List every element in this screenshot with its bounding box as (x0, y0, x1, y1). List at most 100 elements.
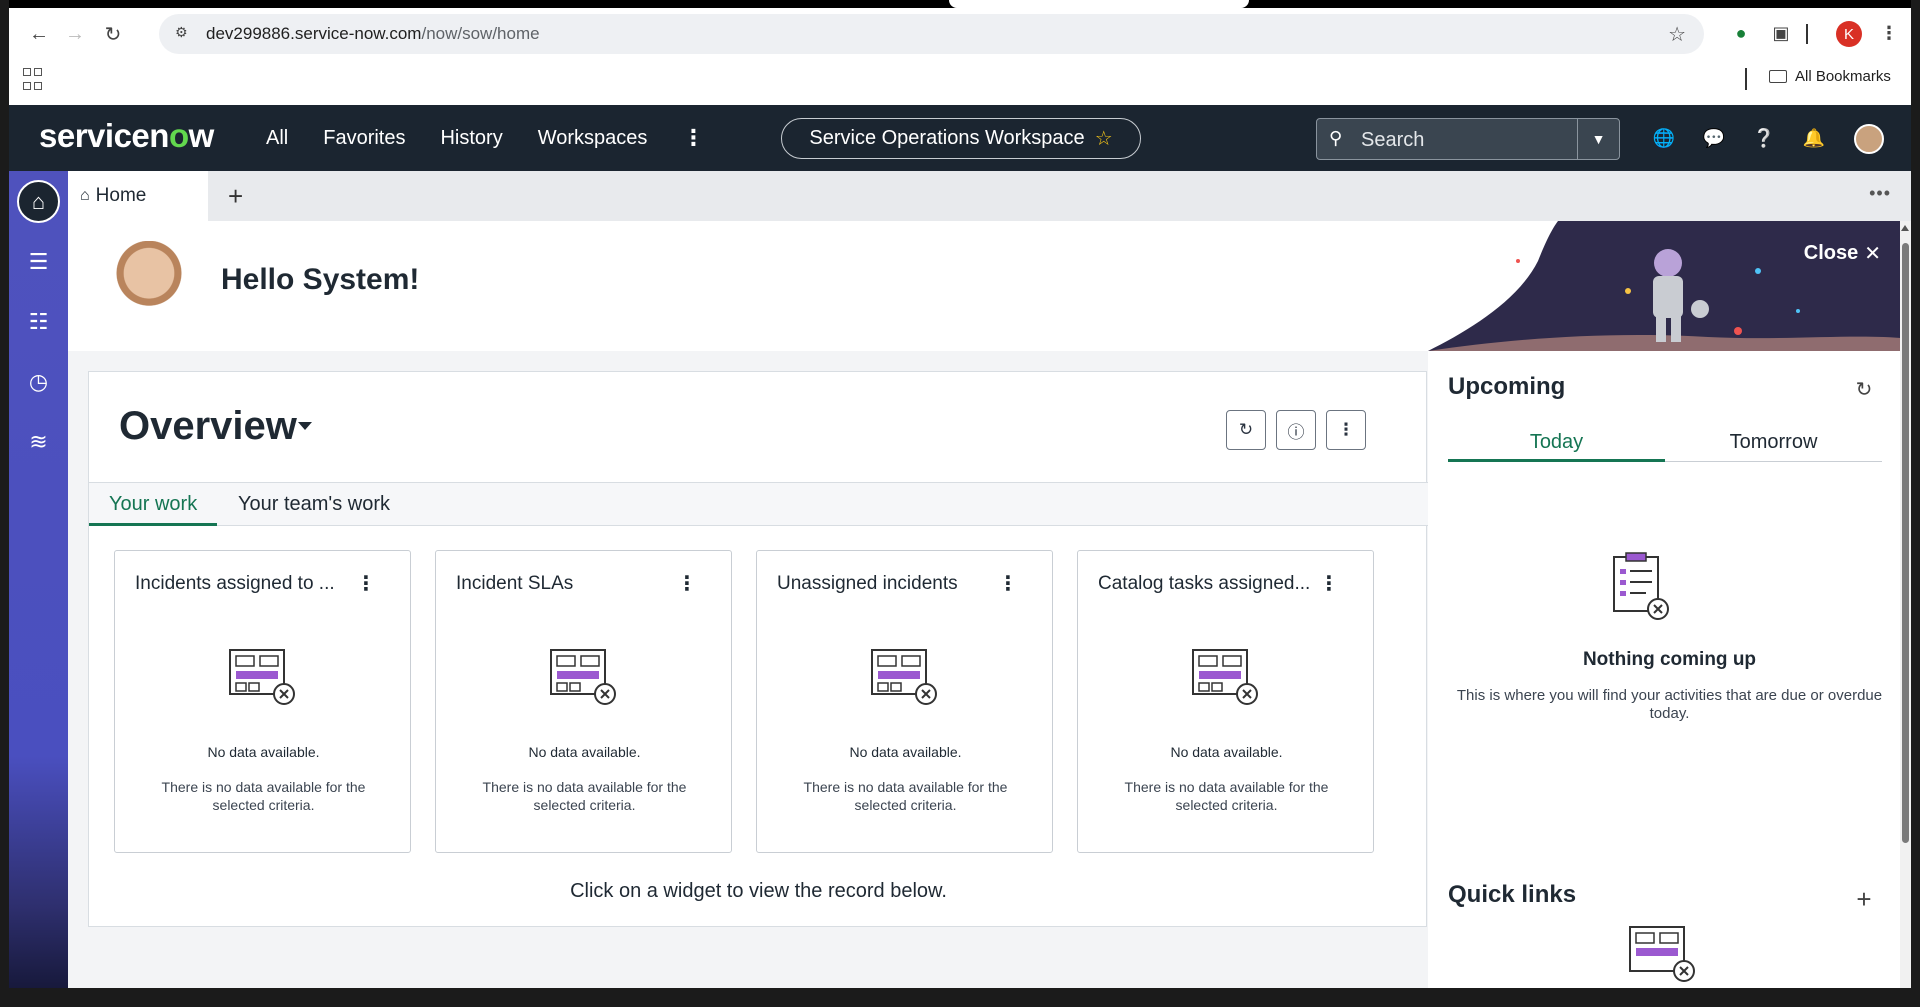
browser-chrome: ← → ↻ ⚙ dev299886.service-now.com/now/so… (9, 0, 1911, 105)
globe-icon[interactable]: 🌐 (1652, 126, 1676, 150)
os-taskbar (0, 988, 1920, 1007)
greeting-section: Hello System! (68, 221, 1428, 351)
extensions-puzzle-icon[interactable]: ▣ (1766, 18, 1796, 48)
toolbar-divider (1806, 24, 1808, 44)
widget-more-icon[interactable]: ⋮ (356, 571, 376, 596)
nav-all[interactable]: All (266, 127, 288, 150)
no-data-icon (550, 649, 616, 705)
widget-unassigned-incidents[interactable]: Unassigned incidents ⋮ No data available… (756, 550, 1053, 853)
clipboard-icon (1613, 552, 1669, 620)
widget-incident-slas[interactable]: Incident SLAs ⋮ No data available. There… (435, 550, 732, 853)
add-quick-link-icon[interactable]: + (1852, 884, 1876, 914)
notifications-bell-icon[interactable]: 🔔 (1802, 126, 1826, 150)
servicenow-logo[interactable]: servicenow (39, 117, 214, 155)
favorite-star-icon[interactable]: ☆ (1095, 126, 1113, 151)
nav-history[interactable]: History (440, 127, 502, 150)
apps-grid-icon[interactable] (23, 68, 47, 92)
refresh-button[interactable]: ↻ (1226, 410, 1266, 450)
search-scope-dropdown[interactable]: ▼ (1577, 119, 1619, 159)
chat-icon[interactable]: 💬 (1702, 126, 1726, 150)
widget-incidents-assigned[interactable]: Incidents assigned to ... ⋮ No data avai… (114, 550, 411, 853)
greeting-text: Hello System! (221, 263, 420, 296)
upcoming-empty-title: Nothing coming up (1582, 649, 1757, 670)
reload-icon[interactable]: ↻ (97, 18, 129, 50)
nav-more-icon[interactable]: ⋮ (682, 125, 704, 151)
overview-tabs: Your work Your team's work (89, 482, 1428, 526)
scrollbar-thumb[interactable] (1902, 243, 1909, 843)
user-photo (110, 241, 188, 333)
workspace-title: Service Operations Workspace (809, 127, 1085, 149)
scroll-up-icon[interactable] (1901, 225, 1909, 231)
url-text[interactable]: dev299886.service-now.com/now/sow/home (206, 24, 540, 44)
info-button[interactable]: ⓘ (1276, 410, 1316, 450)
help-icon[interactable]: ❔ (1752, 126, 1776, 150)
tab-your-teams-work[interactable]: Your team's work (218, 483, 410, 526)
widget-more-icon[interactable]: ⋮ (998, 571, 1018, 596)
tab-more-icon[interactable]: ••• (1869, 183, 1891, 204)
upcoming-refresh-icon[interactable]: ↻ (1852, 377, 1876, 401)
servicenow-header: servicenow All Favorites History Workspa… (9, 105, 1911, 171)
tab-your-work[interactable]: Your work (89, 483, 218, 526)
forward-icon[interactable]: → (59, 18, 91, 50)
widget-no-data: No data available. (849, 744, 962, 760)
calendar-nav-icon[interactable]: ◷ (17, 360, 60, 403)
widget-title: Incident SLAs (456, 573, 574, 594)
pulse-nav-icon[interactable]: ≋ (17, 420, 60, 463)
extension-icon[interactable]: ● (1726, 18, 1756, 48)
overview-card: Overview ↻ ⓘ ⋮ Your work Your team's wor… (88, 371, 1428, 927)
search-icon: ⚲ (1329, 128, 1343, 148)
upcoming-title: Upcoming (1448, 373, 1566, 400)
nav-favorites[interactable]: Favorites (323, 127, 405, 150)
groups-nav-icon[interactable]: ☷ (17, 300, 60, 343)
add-tab-icon[interactable]: + (228, 181, 243, 212)
browser-menu-icon[interactable]: ⋮ (1874, 18, 1904, 48)
home-icon: ⌂ (80, 187, 90, 204)
widget-description: There is no data available for the selec… (161, 779, 366, 813)
bookmarks-divider (1745, 68, 1747, 90)
tab-tomorrow[interactable]: Tomorrow (1665, 426, 1882, 462)
no-data-icon (871, 649, 937, 705)
close-banner-button[interactable]: Close ✕ (1804, 241, 1881, 266)
site-settings-icon[interactable]: ⚙ (175, 24, 195, 44)
all-bookmarks-button[interactable]: All Bookmarks (1769, 68, 1891, 85)
widget-catalog-tasks[interactable]: Catalog tasks assigned... ⋮ No data avai… (1077, 550, 1374, 853)
home-nav-icon[interactable]: ⌂ (17, 180, 60, 223)
overview-dropdown-icon[interactable] (298, 422, 312, 430)
bookmark-star-icon[interactable]: ☆ (1668, 22, 1686, 47)
widget-no-data: No data available. (1170, 744, 1283, 760)
no-data-icon (229, 649, 295, 705)
right-panel: Upcoming ↻ Today Tomorrow Nothing coming… (1428, 351, 1911, 1007)
user-avatar[interactable] (1854, 124, 1884, 154)
profile-avatar[interactable]: K (1836, 21, 1862, 47)
widget-more-icon[interactable]: ⋮ (677, 571, 697, 596)
overview-more-button[interactable]: ⋮ (1326, 410, 1366, 450)
main-nav: All Favorites History Workspaces ⋮ (266, 105, 704, 171)
back-icon[interactable]: ← (23, 18, 55, 50)
search-placeholder: Search (1361, 129, 1425, 151)
tab-today[interactable]: Today (1448, 426, 1665, 462)
overview-title[interactable]: Overview (119, 404, 297, 449)
quick-links-no-data-icon (1629, 926, 1695, 982)
active-browser-tab[interactable] (949, 0, 1249, 8)
left-navigation: ⌂ ☰ ☷ ◷ ≋ (9, 171, 68, 1007)
workspace-title-pill[interactable]: Service Operations Workspace ☆ (781, 118, 1141, 159)
widget-no-data: No data available. (528, 744, 641, 760)
tab-home[interactable]: ⌂ Home (68, 171, 208, 221)
widget-more-icon[interactable]: ⋮ (1319, 571, 1339, 596)
list-nav-icon[interactable]: ☰ (17, 240, 60, 283)
address-bar[interactable]: ⚙ dev299886.service-now.com/now/sow/home… (159, 14, 1704, 54)
upcoming-tabs: Today Tomorrow (1448, 426, 1882, 462)
upcoming-empty-description: This is where you will find your activit… (1456, 687, 1883, 722)
no-data-icon (1192, 649, 1258, 705)
quick-links-title: Quick links (1448, 881, 1577, 908)
nav-workspaces[interactable]: Workspaces (538, 127, 648, 150)
overview-footer-hint: Click on a widget to view the record bel… (570, 880, 947, 902)
browser-window: ← → ↻ ⚙ dev299886.service-now.com/now/so… (9, 0, 1911, 1007)
widget-title: Incidents assigned to ... (135, 573, 335, 594)
page-scrollbar[interactable] (1900, 221, 1911, 1007)
browser-tab-strip (9, 0, 1911, 8)
home-content: Hello System! Close ✕ Overview ↻ ⓘ ⋮ You… (68, 221, 1911, 1007)
close-label: Close (1803, 242, 1859, 264)
global-search[interactable]: ⚲ Search ▼ (1316, 118, 1620, 160)
welcome-banner: Close ✕ (1428, 221, 1911, 351)
